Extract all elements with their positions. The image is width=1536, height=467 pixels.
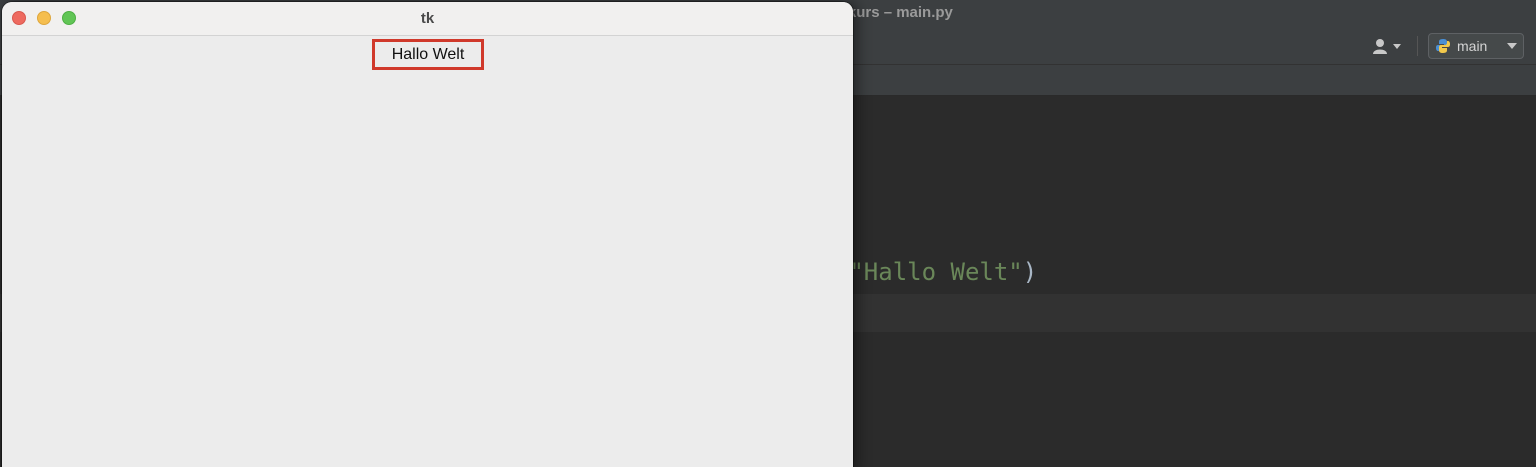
tk-window-title: tk <box>420 10 435 27</box>
run-configuration-label: main <box>1457 38 1488 54</box>
desktop: ashkurs – main.py main xt="Hallo Welt") <box>0 0 1536 467</box>
hallo-welt-label: Hallo Welt <box>372 39 484 70</box>
tk-window: tk Hallo Welt <box>2 2 853 467</box>
chevron-down-icon <box>1393 43 1401 49</box>
code-token-paren: ) <box>1022 258 1038 286</box>
toolbar-divider <box>1417 36 1418 56</box>
user-menu-button[interactable] <box>1372 36 1408 56</box>
chevron-down-icon <box>1507 43 1517 49</box>
python-icon <box>1436 39 1450 53</box>
tk-content-area: Hallo Welt <box>2 36 853 467</box>
tk-titlebar[interactable]: tk <box>2 2 853 36</box>
user-icon <box>1373 39 1389 54</box>
code-token-string: "Hallo Welt" <box>849 258 1023 286</box>
run-configuration-selector[interactable]: main <box>1428 33 1524 59</box>
